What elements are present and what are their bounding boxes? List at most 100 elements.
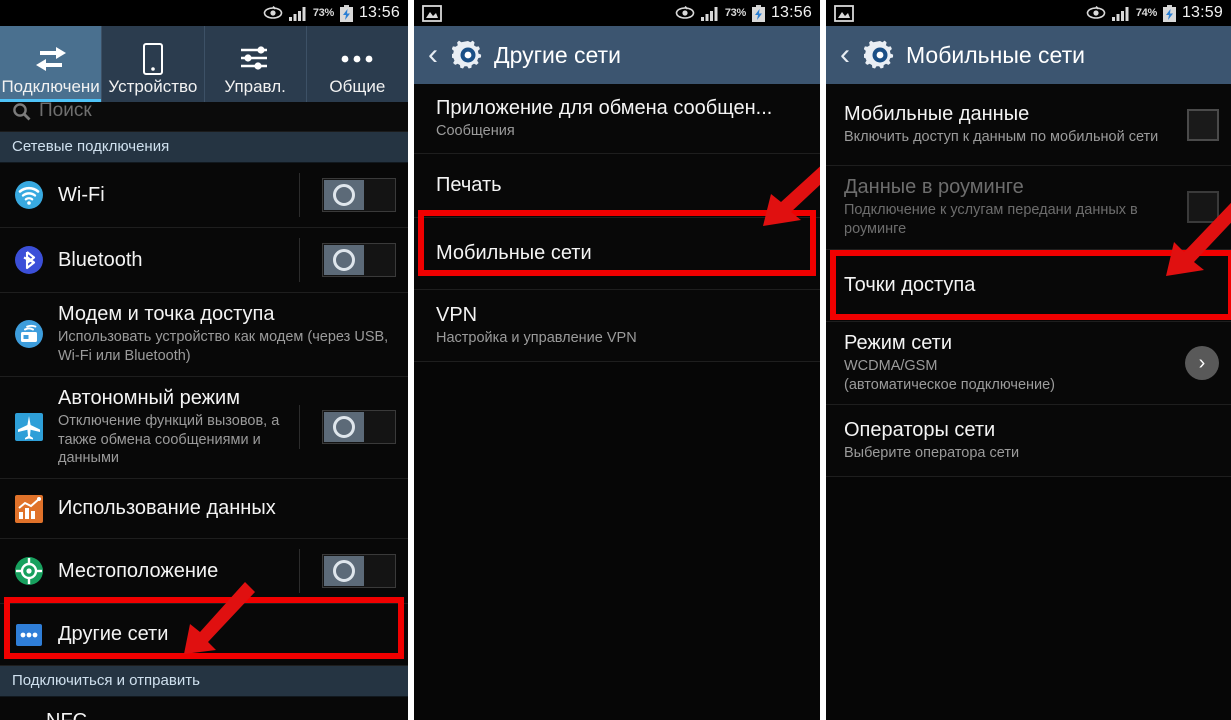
list-item-print[interactable]: Печать: [414, 154, 820, 218]
list-item-tethering[interactable]: Модем и точка доступа Использовать устро…: [0, 293, 408, 377]
clock-label: 13:59: [1181, 4, 1223, 21]
page-title: Другие сети: [494, 41, 621, 68]
settings-gear-icon: [450, 39, 484, 71]
chevron-right-icon[interactable]: ›: [1185, 346, 1219, 381]
divider: [299, 238, 300, 282]
connections-arrows-icon: [34, 41, 68, 77]
tab-device[interactable]: Устройство: [102, 26, 205, 102]
list-item-data-usage-label: Использование данных: [58, 497, 276, 520]
list-item-messaging-app[interactable]: Приложение для обмена сообщен... Сообщен…: [414, 84, 820, 154]
battery-percent-label: 74%: [1135, 7, 1157, 19]
wifi-toggle[interactable]: [322, 178, 396, 212]
tethering-icon: [12, 319, 46, 349]
airplane-mode-toggle[interactable]: [322, 410, 396, 445]
tab-general-label: Общие: [329, 77, 386, 96]
sliders-icon: [239, 41, 271, 77]
section-header-connect-and-send: Подключиться и отправить: [0, 666, 408, 698]
list-item-wifi-label: Wi-Fi: [58, 183, 105, 206]
screen-other-networks: 73% 13:56 ‹ Другие сети Приложение для о…: [414, 0, 820, 720]
screenshot-icon: [834, 4, 854, 22]
airplane-icon: [12, 412, 46, 442]
other-networks-icon: [12, 620, 46, 650]
list-item-tethering-label: Модем и точка доступа: [58, 303, 275, 325]
three-screenshot-collage: 73% 13:56 Подключени Устройство Управл. …: [0, 0, 1231, 720]
search-icon: [12, 102, 31, 121]
more-dots-icon: [340, 41, 374, 77]
settings-tab-bar[interactable]: Подключени Устройство Управл. Общие: [0, 26, 408, 102]
list-item-data-usage[interactable]: Использование данных: [0, 479, 408, 540]
signal-icon: [288, 6, 308, 21]
location-icon: [12, 556, 46, 586]
clock-label: 13:56: [358, 4, 400, 21]
list-item-bluetooth[interactable]: Bluetooth: [0, 228, 408, 293]
list-item-mobile-data[interactable]: Мобильные данные Включить доступ к данны…: [826, 84, 1231, 166]
data-usage-icon: [12, 494, 46, 524]
list-item-nfc[interactable]: NFC: [0, 697, 408, 720]
list-item-mobile-data-subtitle: Включить доступ к данным по мобильной се…: [844, 128, 1159, 145]
toggle-thumb: [324, 245, 364, 275]
battery-charging-icon: [1162, 4, 1177, 22]
status-bar-right: 74% 13:59: [826, 0, 1231, 26]
list-item-mobile-networks-label: Мобильные сети: [436, 242, 592, 264]
mobile-data-checkbox[interactable]: [1187, 108, 1219, 141]
battery-percent-label: 73%: [724, 7, 746, 19]
wifi-icon: [12, 180, 46, 210]
list-item-bluetooth-label: Bluetooth: [58, 248, 143, 271]
bluetooth-toggle[interactable]: [322, 243, 396, 277]
app-bar-other-networks: ‹ Другие сети: [414, 26, 820, 84]
battery-charging-icon: [339, 4, 354, 22]
section-header-network-connections: Сетевые подключения: [0, 132, 408, 163]
clock-label: 13:56: [770, 4, 812, 21]
list-item-data-roaming-subtitle: Подключение к услугам передани данных в …: [844, 202, 1138, 237]
app-bar-mobile-networks: ‹ Мобильные сети: [826, 26, 1231, 84]
list-item-wifi[interactable]: Wi-Fi: [0, 163, 408, 228]
search-input-placeholder[interactable]: Поиск: [39, 102, 92, 122]
list-item-tethering-subtitle: Использовать устройство как модем (через…: [58, 329, 389, 364]
list-item-network-mode-subtitle: WCDMA/GSM (автоматическое подключение): [844, 357, 1056, 393]
back-chevron-icon[interactable]: ‹: [836, 40, 854, 70]
data-roaming-checkbox[interactable]: [1187, 191, 1219, 224]
screen-mobile-networks: 74% 13:59 ‹ Мобильные сети Мобильные дан…: [826, 0, 1231, 720]
settings-gear-icon: [862, 39, 896, 71]
toggle-thumb: [324, 556, 364, 587]
list-item-network-mode[interactable]: Режим сети WCDMA/GSM (автоматическое под…: [826, 321, 1231, 406]
list-item-data-roaming[interactable]: Данные в роуминге Подключение к услугам …: [826, 166, 1231, 250]
tab-device-label: Устройство: [108, 77, 198, 96]
device-phone-icon: [142, 41, 164, 77]
list-item-location[interactable]: Местоположение: [0, 539, 408, 605]
divider: [299, 549, 300, 594]
screen-connections: 73% 13:56 Подключени Устройство Управл. …: [0, 0, 408, 720]
tab-controls-label: Управл.: [224, 77, 286, 96]
signal-icon: [1111, 6, 1131, 21]
list-item-print-label: Печать: [436, 174, 502, 196]
list-item-location-label: Местоположение: [58, 559, 219, 582]
tab-connections[interactable]: Подключени: [0, 26, 103, 102]
list-item-airplane-mode-label: Автономный режим: [58, 386, 240, 409]
list-item-airplane-mode[interactable]: Автономный режим Отключение функций вызо…: [0, 376, 408, 480]
list-item-vpn[interactable]: VPN Настройка и управление VPN: [414, 290, 820, 362]
tab-controls[interactable]: Управл.: [205, 26, 307, 102]
tab-general[interactable]: Общие: [307, 26, 408, 102]
back-chevron-icon[interactable]: ‹: [424, 40, 442, 70]
list-item-mobile-data-label: Мобильные данные: [844, 102, 1030, 125]
toggle-thumb: [324, 180, 364, 210]
divider: [299, 405, 300, 450]
location-toggle[interactable]: [322, 554, 396, 589]
list-item-access-points-label: Точки доступа: [844, 273, 976, 296]
search-bar[interactable]: Поиск: [0, 102, 408, 132]
page-title: Мобильные сети: [906, 41, 1085, 68]
divider: [299, 173, 300, 217]
tab-connections-label: Подключени: [1, 77, 100, 96]
eye-icon: [675, 5, 695, 20]
eye-icon: [263, 5, 283, 20]
list-item-other-networks[interactable]: Другие сети: [0, 604, 408, 667]
list-item-vpn-subtitle: Настройка и управление VPN: [436, 329, 637, 346]
list-item-network-operators[interactable]: Операторы сети Выберите оператора сети: [826, 405, 1231, 478]
list-item-vpn-label: VPN: [436, 303, 478, 326]
list-item-mobile-networks[interactable]: Мобильные сети: [414, 218, 820, 290]
battery-charging-icon: [751, 4, 766, 22]
list-item-access-points[interactable]: Точки доступа: [826, 249, 1231, 322]
list-item-data-roaming-label: Данные в роуминге: [844, 176, 1024, 198]
list-item-airplane-mode-subtitle: Отключение функций вызовов, а также обме…: [58, 412, 280, 467]
status-bar-left: 73% 13:56: [0, 0, 408, 26]
